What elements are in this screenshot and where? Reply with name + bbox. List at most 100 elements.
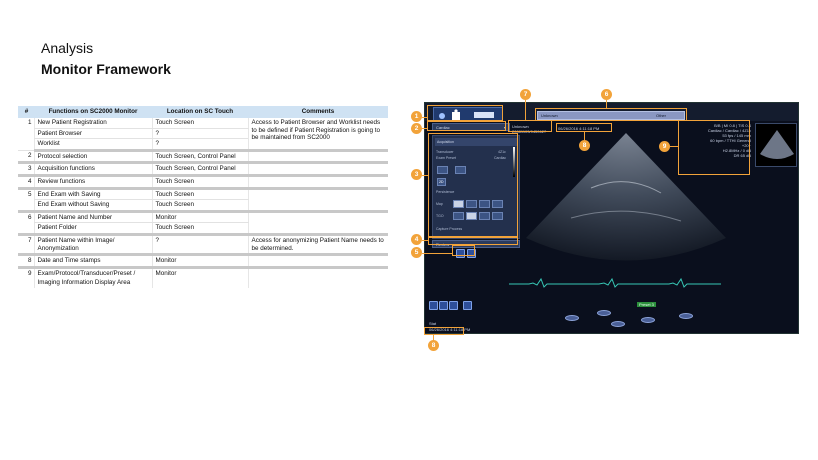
callout-leader [422, 128, 428, 129]
highlight-box-5 [452, 245, 475, 256]
row-number: 7 [18, 234, 34, 257]
location-cell: Touch Screen [151, 118, 248, 129]
comment-cell [247, 162, 388, 177]
location-cell: Touch Screen, Control Panel [151, 162, 248, 177]
table-header-row: # Functions on SC2000 Monitor Location o… [18, 106, 388, 118]
row-number: 8 [18, 254, 34, 269]
review-thumbnail[interactable] [755, 123, 797, 167]
table-row: 5 End Exam with Saving Touch Screen [18, 188, 388, 213]
ecg-trace [509, 277, 721, 288]
freeze-button[interactable] [463, 301, 472, 310]
row-number: 1 [18, 118, 34, 151]
callout-4: 4 [411, 234, 422, 245]
location-cell: Touch Screen [151, 188, 248, 201]
comment-cell [247, 211, 388, 236]
function-cell: Patient Browser [33, 128, 152, 140]
location-cell: Touch Screen [151, 175, 248, 190]
control-knob[interactable] [565, 315, 579, 321]
function-cell: Review functions [33, 175, 152, 190]
callout-7: 7 [520, 89, 531, 100]
comment-cell [247, 254, 388, 269]
location-cell: Monitor [151, 254, 248, 269]
control-knob[interactable] [679, 313, 693, 319]
row-number: 6 [18, 211, 34, 236]
location-cell: Monitor [151, 267, 248, 279]
location-cell: Monitor [151, 211, 248, 224]
callout-5: 5 [411, 247, 422, 258]
callout-3: 3 [411, 169, 422, 180]
row-number: 3 [18, 162, 34, 177]
table-row: 6 Patient Name and Number Monitor [18, 211, 388, 236]
highlight-box-6 [535, 108, 687, 121]
location-cell: ? [151, 234, 248, 257]
callout-8b: 8 [428, 340, 439, 351]
callout-leader [669, 146, 678, 147]
function-cell: Exam/Protocol/Transducer/Preset / [33, 267, 152, 279]
control-knob[interactable] [641, 317, 655, 323]
callout-leader [422, 117, 428, 118]
function-cell: Patient Name and Number [33, 211, 152, 224]
location-cell: Touch Screen [151, 222, 248, 236]
function-cell: Acquisition functions [33, 162, 152, 177]
layout-button-2[interactable] [439, 301, 448, 310]
highlight-box-3 [428, 133, 518, 237]
layout-button-1[interactable] [429, 301, 438, 310]
row-number: 4 [18, 175, 34, 190]
table-row: 1 New Patient Registration Touch Screen … [18, 118, 388, 152]
table-row: 4 Review functions Touch Screen [18, 175, 388, 190]
header-functions: Functions on SC2000 Monitor [34, 106, 152, 118]
thumbnail-image [760, 130, 794, 159]
location-cell: Touch Screen [151, 199, 248, 213]
comment-cell [247, 150, 388, 165]
callout-leader [422, 175, 428, 176]
function-cell: Worklist [33, 138, 152, 152]
bottom-status-label: Stat [429, 321, 437, 326]
row-number: 5 [18, 188, 34, 213]
control-knob[interactable] [597, 310, 611, 316]
function-cell: Patient Name within Image/ Anonymization [33, 234, 152, 257]
control-knob[interactable] [611, 321, 625, 327]
highlight-box-8 [556, 123, 612, 132]
page-title: Analysis [41, 40, 94, 56]
header-number: # [18, 106, 34, 118]
highlight-box-4 [428, 237, 518, 245]
comment-cell [247, 188, 388, 213]
row-number: 9 [27, 269, 32, 277]
layout-button-3[interactable] [449, 301, 458, 310]
highlight-box-9 [678, 120, 750, 175]
function-cell: Imaging Information Display Area [33, 278, 152, 288]
callout-leader [422, 240, 428, 241]
location-cell: Touch Screen, Control Panel [151, 150, 248, 165]
row-number: 2 [18, 150, 34, 165]
function-cell: New Patient Registration [33, 118, 152, 129]
location-cell [151, 278, 248, 288]
functions-table: # Functions on SC2000 Monitor Location o… [18, 106, 388, 288]
comment-cell [247, 267, 388, 288]
callout-leader [606, 100, 607, 108]
function-cell: End Exam without Saving [33, 199, 152, 213]
highlight-box-8b [424, 327, 464, 335]
comment-cell: Access to Patient Browser and Worklist n… [247, 118, 388, 152]
header-location: Location on SC Touch [152, 106, 248, 118]
callout-1: 1 [411, 111, 422, 122]
highlight-box-1 [427, 105, 503, 121]
location-cell: ? [151, 138, 248, 152]
header-comments: Comments [248, 106, 388, 118]
callout-leader [525, 100, 526, 120]
title-block: Analysis Monitor Framework [41, 40, 171, 78]
function-cell: Patient Folder [33, 222, 152, 236]
callout-9: 9 [659, 141, 670, 152]
table-row: 8 Date and Time stamps Monitor [18, 254, 388, 269]
table-row: 9 Exam/Protocol/Transducer/Preset / Moni… [18, 267, 388, 288]
comment-cell: Access for anonymizing Patient Name need… [247, 234, 388, 257]
location-cell: ? [151, 128, 248, 140]
function-cell: Date and Time stamps [33, 254, 152, 269]
callout-2: 2 [411, 123, 422, 134]
table-row: 7 Patient Name within Image/ Anonymizati… [18, 234, 388, 257]
preset-badge[interactable]: Preset 3 [637, 302, 656, 307]
callout-leader [422, 253, 452, 254]
callout-6: 6 [601, 89, 612, 100]
table-row: 3 Acquisition functions Touch Screen, Co… [18, 162, 388, 177]
highlight-box-7 [508, 120, 552, 132]
function-cell: Protocol selection [33, 150, 152, 165]
